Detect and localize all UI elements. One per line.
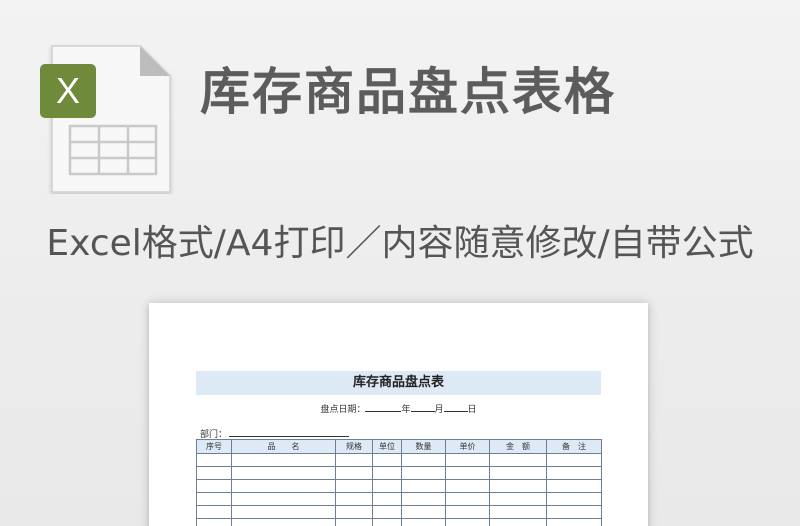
table-cell[interactable] [546,505,602,519]
page-title: 库存商品盘点表格 [200,63,616,121]
table-cell[interactable] [489,479,547,493]
table-cell[interactable] [401,453,446,467]
col-header-note: 备 注 [546,439,602,454]
table-cell[interactable] [372,492,402,506]
table-cell[interactable] [401,518,446,526]
table-cell[interactable] [489,505,547,519]
table-cell[interactable] [401,466,446,480]
table-cell[interactable] [372,505,402,519]
table-cell[interactable] [489,518,547,526]
table-cell[interactable] [401,479,446,493]
dept-blank [229,428,350,437]
table-cell[interactable] [546,492,602,506]
table-cell[interactable] [489,492,547,506]
year-label: 年 [401,405,411,415]
date-line: 盘点日期： 年 月 日 [149,402,648,415]
table-cell[interactable] [231,518,336,526]
table-cell[interactable] [231,479,336,493]
table-cell[interactable] [231,505,336,519]
table-cell[interactable] [372,518,402,526]
table-row [196,518,602,526]
date-month-blank [410,403,435,412]
table-cell[interactable] [445,466,490,480]
page-subtitle: Excel格式/A4打印／内容随意修改/自带公式 [46,223,754,264]
table-cell[interactable] [335,466,373,480]
table-cell[interactable] [445,492,490,506]
col-header-name: 品 名 [231,439,336,454]
table-cell[interactable] [401,505,446,519]
date-label: 盘点日期： [320,405,366,415]
table-cell[interactable] [489,453,547,467]
table-cell[interactable] [445,453,490,467]
table-cell[interactable] [445,518,490,526]
table-cell[interactable] [196,453,232,467]
table-cell[interactable] [445,479,490,493]
table-cell[interactable] [335,505,373,519]
col-header-qty: 数量 [401,439,446,454]
table-cell[interactable] [196,479,232,493]
table-cell[interactable] [372,453,402,467]
table-row [196,505,602,519]
table-cell[interactable] [196,505,232,519]
col-header-price: 单价 [445,439,490,454]
document-preview: 库存商品盘点表 盘点日期：年月日 部门： 序号 品 名 规格 单位 数量 单价 … [149,303,648,526]
inventory-table: 序号 品 名 规格 单位 数量 单价 金 额 备 注 [196,439,602,526]
table-cell[interactable] [546,518,602,526]
table-cell[interactable] [231,466,336,480]
col-header-spec: 规格 [335,439,373,454]
table-cell[interactable] [546,466,602,480]
date-year-blank [365,403,402,412]
table-cell[interactable] [196,492,232,506]
excel-badge-letter: X [55,70,80,111]
table-cell[interactable] [231,453,336,467]
table-cell[interactable] [546,479,602,493]
table-cell[interactable] [335,518,373,526]
table-row [196,492,602,506]
table-cell[interactable] [546,453,602,467]
table-cell[interactable] [372,479,402,493]
table-cell[interactable] [196,518,232,526]
table-cell[interactable] [489,466,547,480]
document-title: 库存商品盘点表 [196,371,601,395]
date-day-blank [443,403,468,412]
table-row [196,466,602,480]
table-cell[interactable] [335,453,373,467]
table-row [196,453,602,467]
month-label: 月 [434,405,444,415]
table-cell[interactable] [335,479,373,493]
table-cell[interactable] [372,466,402,480]
excel-file-icon: X [38,44,178,194]
table-cell[interactable] [445,505,490,519]
col-header-amount: 金 额 [489,439,547,454]
table-cell[interactable] [401,492,446,506]
table-cell[interactable] [335,492,373,506]
table-header-row: 序号 品 名 规格 单位 数量 单价 金 额 备 注 [196,439,602,454]
col-header-index: 序号 [196,439,232,454]
day-label: 日 [467,405,477,415]
table-cell[interactable] [231,492,336,506]
table-cell[interactable] [196,466,232,480]
col-header-unit: 单位 [372,439,402,454]
table-row [196,479,602,493]
